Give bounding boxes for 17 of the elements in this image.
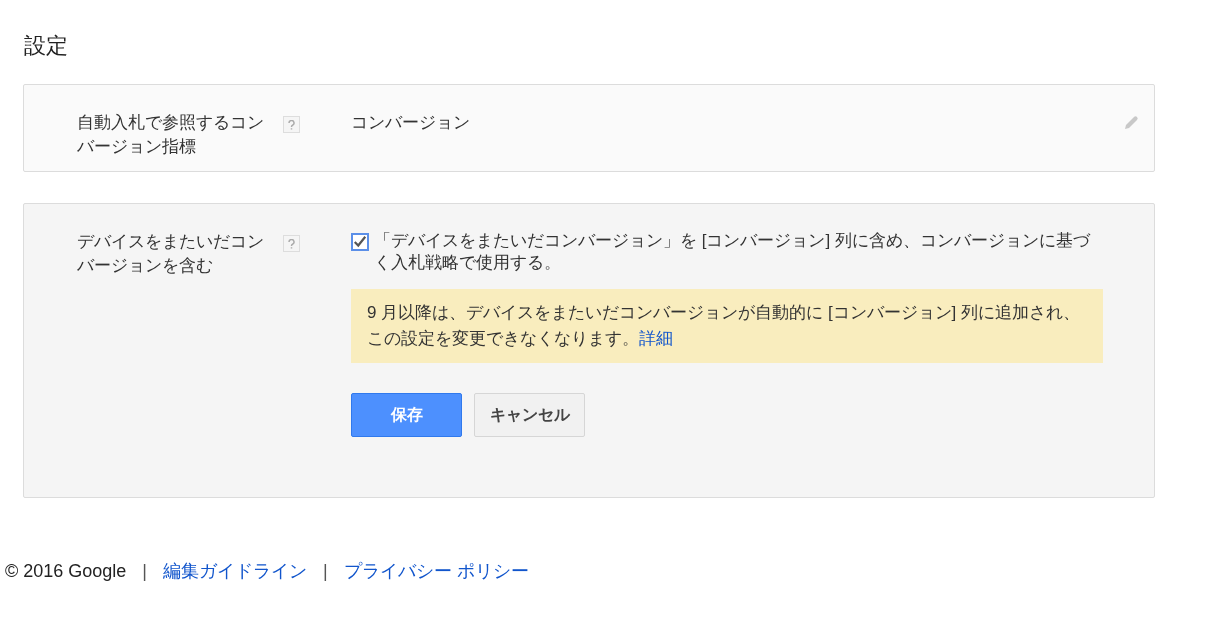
details-link[interactable]: 詳細 [639,329,673,348]
edit-pencil-icon[interactable] [1122,114,1140,132]
setting-value: コンバージョン [351,112,470,134]
page-title: 設定 [24,32,69,60]
separator: | [142,560,148,583]
checkbox-label: 「デバイスをまたいだコンバージョン」を [コンバージョン] 列に含め、コンバージョンに基づく入札戦略で使用する。 [374,230,1092,274]
help-icon[interactable] [283,116,300,133]
help-icon[interactable] [283,235,300,252]
separator: | [323,560,328,583]
info-notice: 9 月以降は、デバイスをまたいだコンバージョンが自動的に [コンバージョン] 列に追加され、この設定を変更できなくなります。詳細 [351,289,1103,363]
footer-link[interactable]: プライバシー ポリシー [343,558,529,585]
cancel-button[interactable]: キャンセル [474,393,585,437]
copyright-text: © 2016 Google [5,560,127,583]
setting-label: デバイスをまたいだコンバージョンを含む [77,231,265,277]
checkbox[interactable] [351,233,369,251]
setting-label: 自動入札で参照するコンバージョン指標 [77,112,265,158]
footer-link[interactable]: 編集ガイドライン [163,558,308,585]
